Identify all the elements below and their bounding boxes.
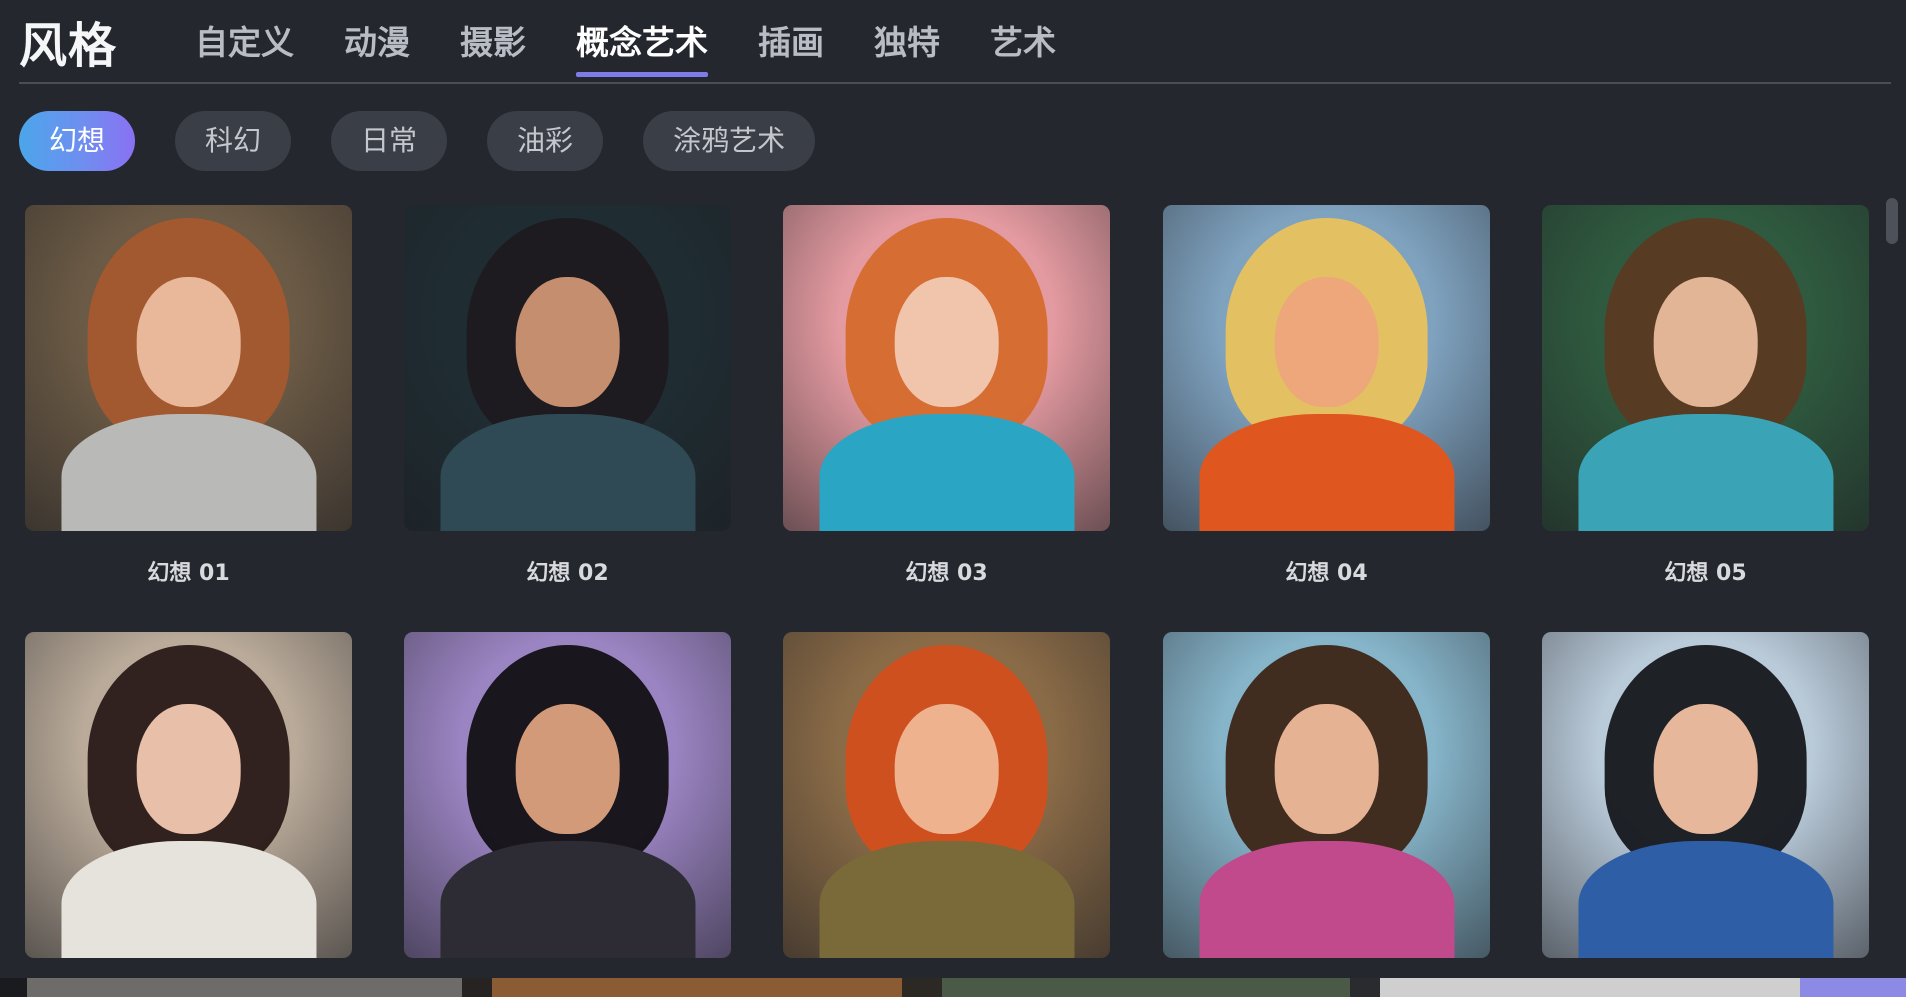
style-thumbnail[interactable] [783,632,1110,958]
style-thumbnail[interactable] [1542,205,1869,531]
style-card[interactable]: 幻想 01 [25,205,352,587]
subcategory-chips: 幻想 科幻 日常 油彩 涂鸦艺术 [19,111,855,171]
style-thumbnail[interactable] [25,205,352,531]
preview-segment [942,978,1350,997]
style-thumbnail[interactable] [25,632,352,958]
preview-segment [27,978,462,997]
style-thumbnail[interactable] [404,632,731,958]
tab-concept-art[interactable]: 概念艺术 [576,16,708,77]
style-card[interactable] [404,632,731,958]
chip-graffiti-art[interactable]: 涂鸦艺术 [643,111,816,171]
style-card[interactable] [25,632,352,958]
tab-illustration[interactable]: 插画 [758,16,824,76]
preview-segment [492,978,902,997]
style-card-label: 幻想 05 [1664,561,1747,586]
style-card[interactable]: 幻想 05 [1542,205,1869,587]
style-card[interactable] [1542,632,1869,958]
style-thumbnail[interactable] [783,205,1110,531]
tab-art[interactable]: 艺术 [990,16,1056,76]
style-thumbnail[interactable] [1163,205,1490,531]
style-card-label: 幻想 03 [905,561,988,586]
chip-fantasy[interactable]: 幻想 [19,111,136,171]
style-thumbnail[interactable] [1163,632,1490,958]
tab-unique[interactable]: 独特 [874,16,940,76]
style-gallery: 幻想 01 幻想 02 幻想 03 幻想 04 幻想 05 [25,205,1875,980]
chip-scifi[interactable]: 科幻 [175,111,292,171]
tab-anime[interactable]: 动漫 [344,16,410,76]
next-row-preview [0,978,1906,997]
page-title: 风格 [19,18,118,74]
preview-segment [1380,978,1800,997]
style-card-label: 幻想 01 [147,561,230,586]
tab-custom[interactable]: 自定义 [195,16,294,76]
style-card[interactable]: 幻想 04 [1163,205,1490,587]
tab-photography[interactable]: 摄影 [460,16,526,76]
preview-segment [1350,978,1380,997]
chip-daily[interactable]: 日常 [331,111,448,171]
preview-segment [0,978,27,997]
style-card[interactable] [783,632,1110,958]
preview-segment [902,978,942,997]
style-card[interactable]: 幻想 03 [783,205,1110,587]
style-card-label: 幻想 04 [1285,561,1368,586]
preview-segment [1800,978,1906,997]
preview-segment [462,978,492,997]
style-thumbnail[interactable] [404,205,731,531]
style-card[interactable]: 幻想 02 [404,205,731,587]
style-card[interactable] [1163,632,1490,958]
header: 风格 自定义 动漫 摄影 概念艺术 插画 独特 艺术 [19,0,1891,84]
style-card-label: 幻想 02 [526,561,609,586]
style-picker: 风格 自定义 动漫 摄影 概念艺术 插画 独特 艺术 幻想 科幻 日常 油彩 涂… [0,0,1906,997]
chip-oil-paint[interactable]: 油彩 [487,111,604,171]
style-thumbnail[interactable] [1542,632,1869,958]
category-tabs: 自定义 动漫 摄影 概念艺术 插画 独特 艺术 [195,16,1106,77]
gallery-scrollbar[interactable] [1886,198,1898,244]
